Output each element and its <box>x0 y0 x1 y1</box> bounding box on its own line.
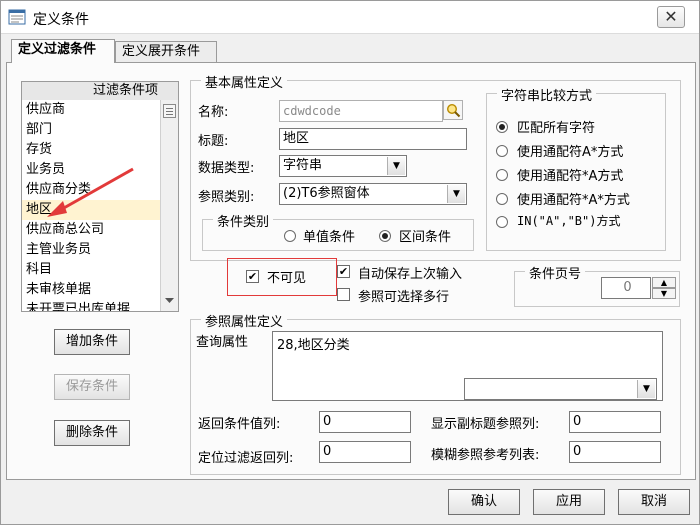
string-compare-title: 字符串比较方式 <box>497 85 597 104</box>
list-item[interactable]: 主管业务员 <box>22 240 178 260</box>
compare-option-label: 使用通配符*A方式 <box>517 169 624 184</box>
annotation-arrow-icon <box>47 167 134 217</box>
close-button[interactable]: ✕ <box>657 6 685 28</box>
range-label: 区间条件 <box>399 230 452 245</box>
list-item[interactable]: 供应商 <box>22 100 178 120</box>
name-label: 名称: <box>198 105 229 120</box>
add-condition-button[interactable]: 增加条件 <box>54 329 130 355</box>
subtitle-col-label: 显示副标题参照列: <box>431 417 540 432</box>
window-title: 定义条件 <box>33 12 89 28</box>
compare-option-radio[interactable] <box>496 169 508 181</box>
filter-list-header: 过滤条件项 <box>21 81 179 101</box>
delete-condition-button[interactable]: 删除条件 <box>54 420 130 446</box>
compare-option-radio[interactable] <box>496 216 508 228</box>
datatype-label: 数据类型: <box>198 161 255 176</box>
multiselect-checkbox[interactable] <box>337 288 350 301</box>
list-item[interactable]: 供应商总公司 <box>22 220 178 240</box>
page-number-field[interactable]: 0 <box>601 277 651 299</box>
chevron-down-icon[interactable]: ▼ <box>387 157 405 175</box>
compare-option-radio[interactable] <box>496 145 508 157</box>
invisible-checkbox[interactable]: ✔ <box>246 270 259 283</box>
name-field[interactable]: cdwdcode <box>279 100 443 122</box>
tab-define-expand[interactable]: 定义展开条件 <box>115 41 217 63</box>
compare-option-label: 使用通配符A*方式 <box>517 145 624 160</box>
autosave-label: 自动保存上次输入 <box>358 267 463 282</box>
compare-option-label: 使用通配符*A*方式 <box>517 193 630 208</box>
locate-col-label: 定位过滤返回列: <box>198 451 294 466</box>
reftype-select[interactable]: (2)T6参照窗体 ▼ <box>279 183 467 205</box>
invisible-label: 不可见 <box>267 271 307 286</box>
spin-up-icon[interactable]: ▲ <box>652 277 676 288</box>
datatype-select[interactable]: 字符串 ▼ <box>279 155 407 177</box>
list-item[interactable]: 未开票已出库单据 <box>22 300 178 311</box>
datatype-value: 字符串 <box>283 158 323 173</box>
save-condition-button[interactable]: 保存条件 <box>54 374 130 400</box>
autosave-checkbox[interactable]: ✔ <box>337 265 350 278</box>
scroll-thumb[interactable] <box>163 104 176 118</box>
list-item[interactable]: 未审核单据 <box>22 280 178 300</box>
spin-down-icon[interactable]: ▼ <box>652 288 676 299</box>
title-field[interactable]: 地区 <box>279 128 467 150</box>
cancel-button[interactable]: 取消 <box>618 489 690 515</box>
reftype-label: 参照类别: <box>198 190 255 205</box>
condition-type-title: 条件类别 <box>213 211 274 230</box>
list-scrollbar[interactable] <box>160 100 178 311</box>
return-col-field[interactable]: 0 <box>319 411 411 433</box>
tab-define-filter[interactable]: 定义过滤条件 <box>11 39 115 63</box>
list-item[interactable]: 部门 <box>22 120 178 140</box>
form-icon <box>8 9 26 25</box>
locate-col-field[interactable]: 0 <box>319 441 411 463</box>
lookup-button[interactable] <box>443 100 463 120</box>
return-col-label: 返回条件值列: <box>198 417 281 432</box>
query-value: 28,地区分类 <box>277 338 350 353</box>
chevron-down-icon[interactable]: ▼ <box>637 380 655 398</box>
close-icon: ✕ <box>664 7 678 26</box>
single-value-radio[interactable] <box>284 230 296 242</box>
ok-button[interactable]: 确认 <box>448 489 520 515</box>
multiselect-label: 参照可选择多行 <box>358 290 450 305</box>
compare-option-radio[interactable] <box>496 121 508 133</box>
list-item[interactable]: 科目 <box>22 260 178 280</box>
compare-option-label: IN("A","B")方式 <box>517 214 621 228</box>
query-dropdown[interactable]: ▼ <box>464 378 657 400</box>
ref-props-title: 参照属性定义 <box>201 311 288 330</box>
apply-button[interactable]: 应用 <box>533 489 605 515</box>
list-item[interactable]: 存货 <box>22 140 178 160</box>
single-value-label: 单值条件 <box>303 230 356 245</box>
subtitle-col-field[interactable]: 0 <box>569 411 661 433</box>
page-number-title: 条件页号 <box>525 263 586 282</box>
magnifier-icon <box>446 103 461 118</box>
query-label: 查询属性 <box>196 335 249 350</box>
chevron-down-icon[interactable]: ▼ <box>447 185 465 203</box>
basic-props-title: 基本属性定义 <box>201 72 288 91</box>
title-label: 标题: <box>198 134 229 149</box>
range-radio[interactable] <box>379 230 391 242</box>
scroll-down-icon[interactable] <box>162 293 177 307</box>
compare-option-label: 匹配所有字符 <box>517 121 596 136</box>
title-bar: 定义条件 ✕ <box>1 1 699 34</box>
compare-option-radio[interactable] <box>496 193 508 205</box>
dialog-window: 定义条件 ✕ 定义过滤条件 定义展开条件 过滤条件项 供应商 部门 存货 业务员… <box>0 0 700 525</box>
reftype-value: (2)T6参照窗体 <box>283 186 370 201</box>
fuzzy-col-field[interactable]: 0 <box>569 441 661 463</box>
fuzzy-col-label: 模糊参照参考列表: <box>431 448 540 463</box>
